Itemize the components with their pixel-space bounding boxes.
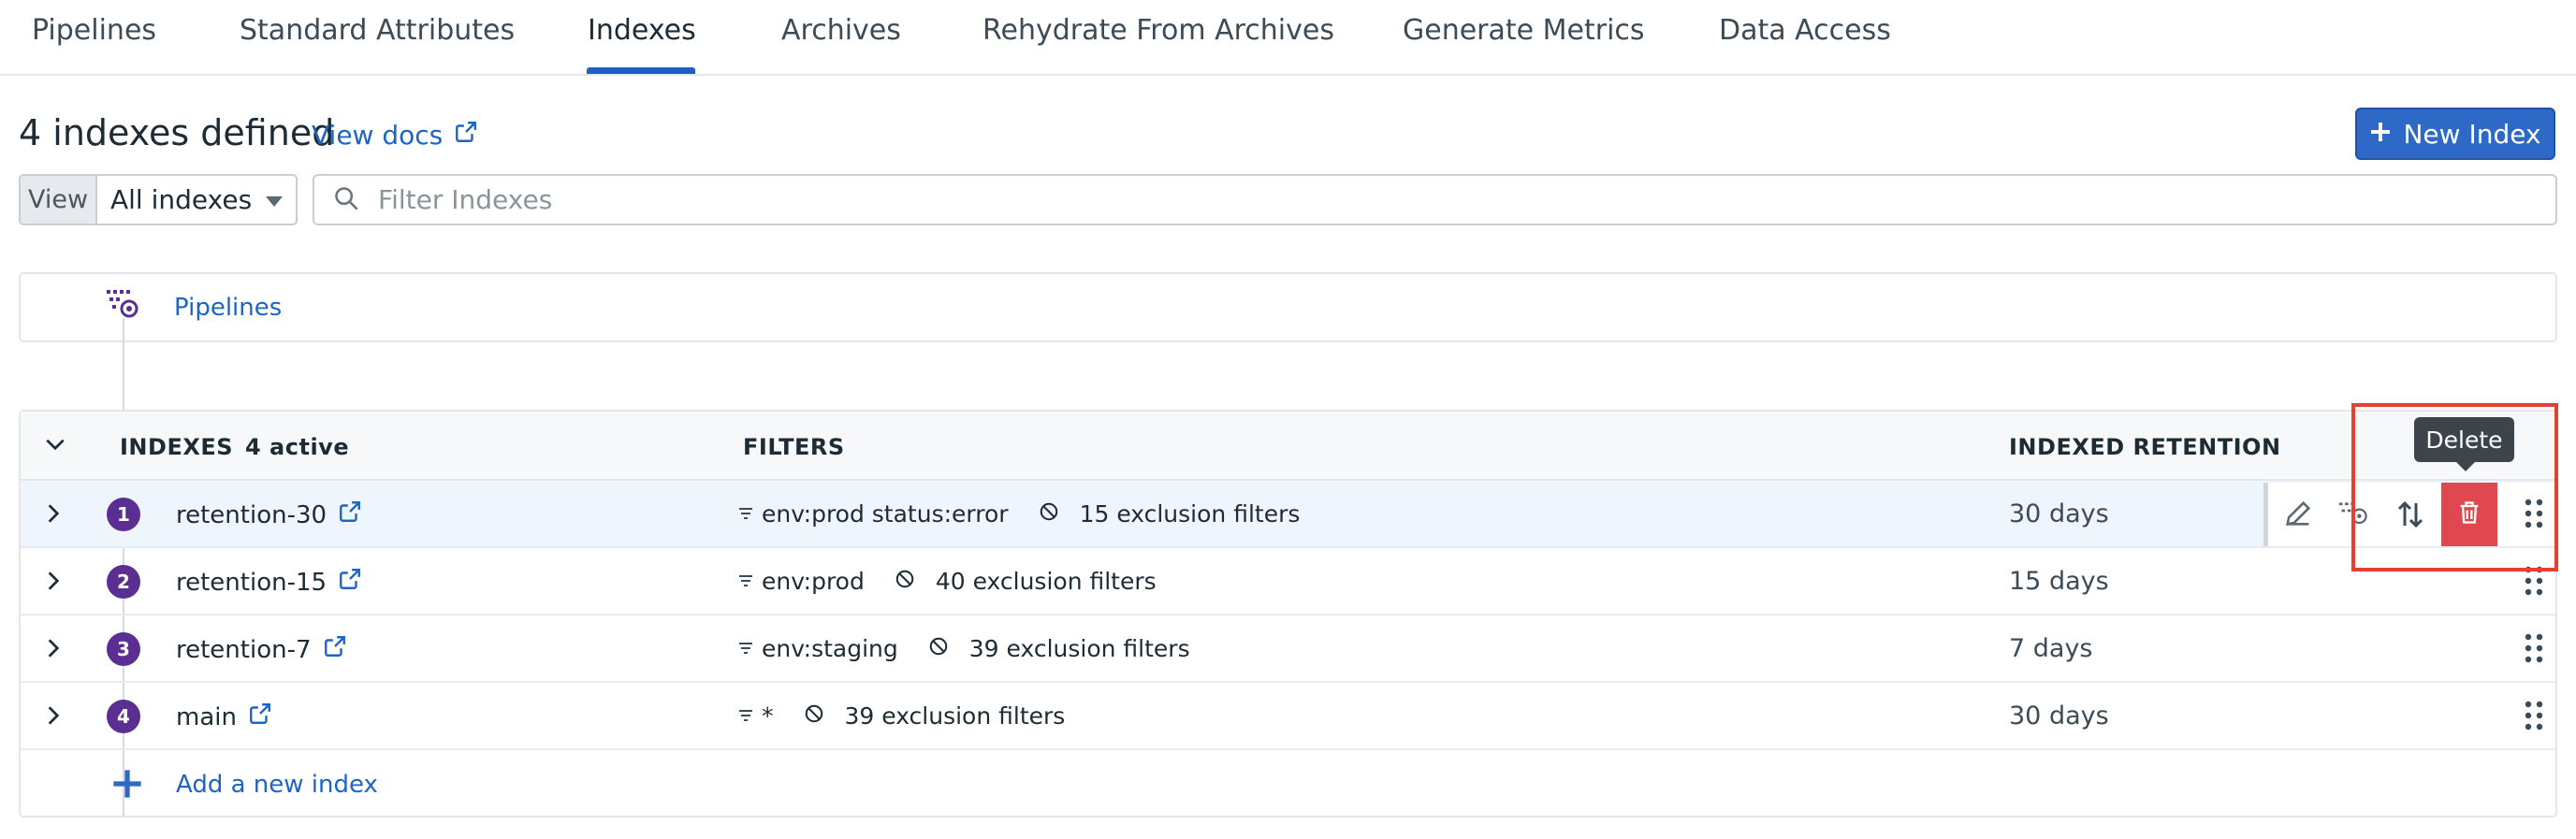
tab-bar: Pipelines Standard Attributes Indexes Ar… (0, 0, 2576, 76)
search-input[interactable] (376, 183, 2248, 216)
table-row[interactable]: 3 retention-7 env:staging 39 exclusion f… (21, 615, 2555, 683)
new-index-label: New Index (2403, 118, 2541, 150)
no-entry-icon (928, 635, 949, 662)
pencil-icon[interactable] (2282, 498, 2314, 533)
active-tab-indicator (587, 67, 695, 74)
index-retention: 7 days (2009, 634, 2093, 663)
tab-standard-attributes[interactable]: Standard Attributes (240, 14, 515, 47)
view-label: View (21, 176, 97, 224)
index-order-badge: 2 (107, 565, 140, 599)
index-name-link[interactable]: main (176, 702, 272, 732)
indexes-column-header: INDEXES (120, 434, 234, 460)
drag-handle-icon[interactable] (2524, 632, 2544, 668)
plus-icon (2369, 119, 2392, 150)
external-link-icon (338, 567, 362, 598)
table-row[interactable]: 4 main * 39 exclusion filters 30 days (21, 683, 2555, 750)
index-order-badge: 3 (107, 632, 140, 666)
no-entry-icon (895, 568, 915, 595)
index-retention: 30 days (2009, 499, 2109, 528)
exclusion-filters-count: 39 exclusion filters (844, 702, 1066, 730)
filter-lines-icon (737, 635, 754, 662)
table-row[interactable]: 1 retention-30 env:prod status:error 15 … (21, 481, 2559, 548)
filter-lines-icon (737, 500, 754, 528)
filter-lines-icon (737, 568, 754, 595)
index-name-link[interactable]: retention-15 (176, 567, 362, 598)
pipelines-container (19, 272, 2557, 342)
index-filters: env:prod 40 exclusion filters (737, 568, 1157, 595)
tab-archives[interactable]: Archives (781, 14, 901, 47)
indexes-table: INDEXES 4 active FILTERS INDEXED RETENTI… (19, 410, 2559, 817)
table-row[interactable]: 2 retention-15 env:prod 40 exclusion fil… (21, 548, 2555, 615)
index-name-link[interactable]: retention-30 (176, 499, 362, 530)
table-header: INDEXES 4 active FILTERS INDEXED RETENTI… (21, 412, 2555, 481)
chevron-right-icon[interactable] (41, 703, 65, 731)
view-docs-link[interactable]: View docs (312, 120, 478, 151)
tab-rehydrate-from-archives[interactable]: Rehydrate From Archives (982, 14, 1334, 47)
plus-icon[interactable] (112, 769, 142, 803)
pipeline-icon (105, 286, 142, 327)
index-order-badge: 4 (107, 700, 140, 733)
retention-column-header: INDEXED RETENTION (2009, 434, 2281, 460)
index-name-link[interactable]: retention-7 (176, 634, 347, 665)
highlight-annotation (2351, 403, 2558, 571)
view-selector: View All indexes (19, 174, 298, 225)
exclusion-filters-count: 15 exclusion filters (1079, 500, 1301, 528)
filter-query: env:prod status:error (762, 500, 1009, 528)
index-name: main (176, 702, 237, 731)
index-filters: env:staging 39 exclusion filters (737, 635, 1190, 662)
chevron-down-icon[interactable] (43, 432, 67, 460)
pipelines-link[interactable]: Pipelines (174, 294, 282, 322)
index-order-badge: 1 (107, 498, 140, 531)
index-retention: 30 days (2009, 702, 2109, 731)
exclusion-filters-count: 40 exclusion filters (935, 568, 1157, 595)
view-selected-value: All indexes (110, 184, 253, 215)
view-docs-label: View docs (312, 120, 444, 151)
filter-query: env:staging (762, 635, 898, 662)
external-link-icon (323, 634, 347, 665)
page-title: 4 indexes defined (19, 112, 335, 153)
tab-data-access[interactable]: Data Access (1719, 14, 1891, 47)
filter-lines-icon (737, 702, 754, 730)
view-dropdown[interactable]: All indexes (97, 176, 296, 224)
external-link-icon (338, 499, 362, 530)
new-index-button[interactable]: New Index (2355, 108, 2555, 160)
chevron-right-icon[interactable] (41, 501, 65, 529)
chevron-down-icon (266, 196, 283, 207)
no-entry-icon (1039, 500, 1059, 528)
chevron-right-icon[interactable] (41, 569, 65, 597)
filter-query: env:prod (762, 568, 865, 595)
filter-indexes-search (313, 174, 2557, 225)
drag-handle-icon[interactable] (2524, 700, 2544, 735)
exclusion-filters-count: 39 exclusion filters (968, 635, 1190, 662)
no-entry-icon (804, 702, 824, 730)
active-count-label: 4 active (245, 434, 350, 460)
search-icon (333, 185, 359, 215)
tab-generate-metrics[interactable]: Generate Metrics (1403, 14, 1645, 47)
chevron-right-icon[interactable] (41, 636, 65, 664)
index-name: retention-30 (176, 500, 327, 529)
filters-column-header: FILTERS (743, 434, 845, 460)
index-name: retention-7 (176, 635, 312, 664)
external-link-icon (248, 702, 272, 732)
add-new-index-link[interactable]: Add a new index (176, 771, 378, 799)
external-link-icon (454, 120, 478, 151)
index-retention: 15 days (2009, 567, 2109, 596)
index-name: retention-15 (176, 568, 327, 597)
index-filters: env:prod status:error 15 exclusion filte… (737, 500, 1300, 528)
tab-indexes[interactable]: Indexes (588, 14, 696, 47)
index-filters: * 39 exclusion filters (737, 702, 1065, 730)
filter-query: * (762, 702, 774, 730)
tab-pipelines[interactable]: Pipelines (32, 14, 156, 47)
